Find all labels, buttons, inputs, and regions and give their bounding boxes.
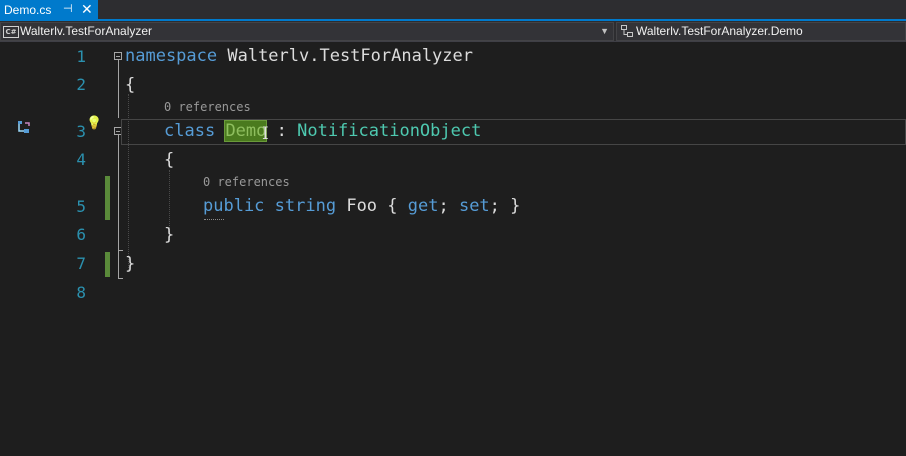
code-line-2[interactable]: { [125,75,135,95]
outline-line [118,135,119,279]
change-indicator [105,252,110,277]
code-editor[interactable]: 1 2 3 4 5 6 7 8 💡 namespace Walterlv.Tes… [0,42,906,456]
tab-title: Demo.cs [4,3,52,17]
line-number: 6 [76,225,86,244]
csharp-project-icon: C# [3,26,19,38]
collapse-namespace-icon[interactable] [114,52,122,60]
line-number: 7 [76,254,86,273]
line-number: 4 [76,150,86,169]
separator: ; [438,196,459,216]
chevron-down-icon[interactable]: ▼ [600,23,609,40]
line-number: 2 [76,75,86,94]
code-line-5[interactable]: public string Foo { get; set; } [203,196,520,216]
code-line-1[interactable]: namespace Walterlv.TestForAnalyzer [125,46,473,66]
line-number: 5 [76,197,86,216]
class-hierarchy-icon[interactable] [17,120,31,134]
code-line-7[interactable]: } [125,254,135,274]
type-dropdown-label: Walterlv.TestForAnalyzer.Demo [636,24,803,38]
project-dropdown-label: Walterlv.TestForAnalyzer [20,24,153,38]
codelens-references[interactable]: 0 references [203,175,290,189]
code-line-3[interactable]: class Demo : NotificationObject [164,120,482,142]
codelens-references[interactable]: 0 references [164,100,251,114]
keyword-set: set [458,196,490,216]
keyword-get: get [407,196,439,216]
navigation-bar: C# Walterlv.TestForAnalyzer ▼ Walterlv.T… [0,21,906,42]
keyword-string: string [274,196,337,216]
code-line-4[interactable]: { [164,150,174,170]
type-dropdown[interactable]: Walterlv.TestForAnalyzer.Demo [616,22,906,41]
pin-icon[interactable]: ⊣ [63,2,73,15]
closing: ; } [489,196,521,216]
lightbulb-icon[interactable]: 💡 [86,116,102,131]
line-number: 8 [76,283,86,302]
outline-end [118,278,123,279]
namespace-name: Walterlv.TestForAnalyzer [217,46,473,66]
document-tab-strip: Demo.cs ⊣ ✕ [0,0,906,21]
base-type: NotificationObject [297,121,482,141]
class-icon [621,25,633,37]
project-dropdown[interactable]: C# Walterlv.TestForAnalyzer ▼ [0,22,614,41]
line-number: 1 [76,47,86,66]
text-cursor-icon: I [262,124,269,144]
suggestion-dots [204,219,224,220]
change-indicator [105,176,110,220]
keyword-public: public [203,196,265,216]
line-number: 3 [76,122,86,141]
outline-line [118,60,119,118]
close-icon[interactable]: ✕ [81,1,93,17]
class-name-highlighted[interactable]: Demo [224,120,268,142]
tab-demo-cs[interactable]: Demo.cs ⊣ ✕ [0,0,98,21]
outline-end [118,250,123,251]
keyword-namespace: namespace [125,46,218,66]
property-name: Foo { [336,196,408,216]
keyword-class: class [164,121,216,141]
colon: : [266,121,298,141]
code-line-6[interactable]: } [164,225,174,245]
